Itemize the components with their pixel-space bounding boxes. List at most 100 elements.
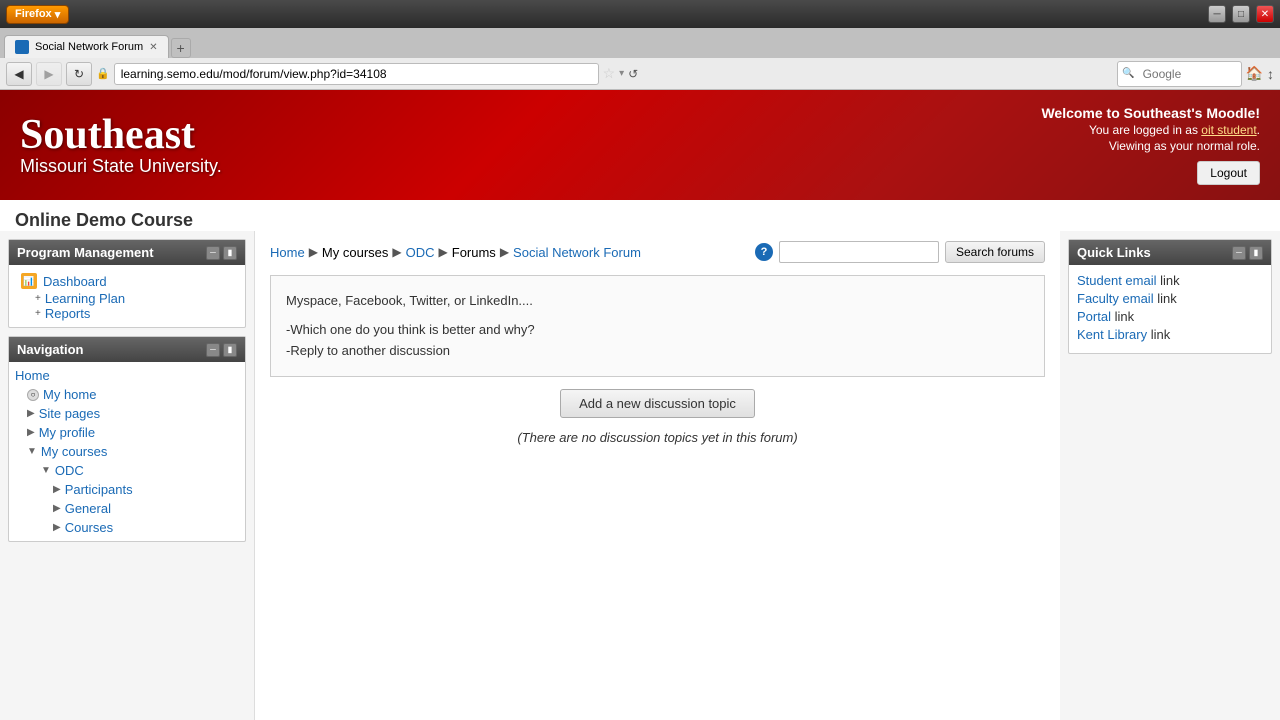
reload-button[interactable]: ↻ [66,62,92,86]
arrow-right-icon-2: ▶ [27,427,35,438]
main-layout: Program Management ─ ▮ 📊 Dashboard + Lea… [0,231,1280,720]
home-icon[interactable]: 🏠 [1246,65,1263,82]
extension-icon[interactable]: ↕ [1267,66,1274,82]
learning-plan-item[interactable]: + Learning Plan [17,291,237,306]
student-email-link[interactable]: Student email [1077,273,1157,288]
tab-favicon [15,40,29,54]
breadcrumb-home[interactable]: Home [270,245,305,260]
breadcrumb-sep-1: ▶ [309,245,318,259]
logout-button[interactable]: Logout [1197,161,1260,185]
program-management-content: 📊 Dashboard + Learning Plan + Reports [9,265,245,327]
participants-link[interactable]: Participants [65,482,133,497]
block-config-icon[interactable]: ▮ [223,246,237,260]
close-button[interactable]: ✕ [1256,5,1274,23]
dashboard-item[interactable]: 📊 Dashboard [17,271,237,291]
ql-config-icon[interactable]: ▮ [1249,246,1263,260]
search-forums-button[interactable]: Search forums [945,241,1045,263]
faculty-email-link[interactable]: Faculty email [1077,291,1154,306]
refresh-icon[interactable]: ↺ [628,67,638,81]
viewing-role: Viewing as your normal role. [1041,139,1260,153]
dashboard-link[interactable]: Dashboard [43,274,107,289]
breadcrumb-current[interactable]: Social Network Forum [513,245,641,260]
my-profile-link[interactable]: My profile [39,425,95,440]
address-bar: ◀ ▶ ↻ 🔒 ☆ ▾ ↺ 🔍 🏠 ↕ [0,58,1280,90]
forum-desc-line2: -Which one do you think is better and wh… [286,320,1029,341]
maximize-button[interactable]: □ [1232,5,1250,23]
browser-titlebar: Firefox ▾ ─ □ ✕ [0,0,1280,28]
arrow-right-icon-3: ▶ [53,484,61,495]
nav-courses[interactable]: ▶ Courses [9,518,245,537]
forum-desc-line1: Myspace, Facebook, Twitter, or LinkedIn.… [286,291,1029,312]
breadcrumb-odc[interactable]: ODC [406,245,435,260]
nav-site-pages[interactable]: ▶ Site pages [9,404,245,423]
nav-participants[interactable]: ▶ Participants [9,480,245,499]
ql-collapse-icon[interactable]: ─ [1232,246,1246,260]
expand-icon: + [35,293,41,304]
bookmark-icon[interactable]: ☆ [603,65,616,82]
search-forums-input[interactable] [779,241,939,263]
courses-link[interactable]: Courses [65,520,113,535]
nav-my-profile[interactable]: ▶ My profile [9,423,245,442]
logged-in-text: You are logged in as oit student. [1041,123,1260,137]
username-link[interactable]: oit student [1201,123,1256,137]
firefox-label: Firefox [15,8,52,20]
url-bar[interactable] [114,63,599,85]
breadcrumb-sep-2: ▶ [392,245,401,259]
nav-home[interactable]: Home [9,366,245,385]
minimize-button[interactable]: ─ [1208,5,1226,23]
forward-button[interactable]: ▶ [36,62,62,86]
student-email-item: Student email link [1077,273,1263,288]
breadcrumb-forums: Forums [452,245,496,260]
portal-link[interactable]: Portal [1077,309,1111,324]
home-link[interactable]: Home [15,368,50,383]
tab-close-icon[interactable]: ✕ [149,42,157,53]
nav-collapse-icon[interactable]: ─ [206,343,220,357]
learning-plan-label[interactable]: Learning Plan [45,291,125,306]
quick-links-content: Student email link Faculty email link Po… [1069,265,1271,353]
site-logo: Southeast Missouri State University. [20,114,222,177]
browser-search-input[interactable] [1137,63,1237,85]
nav-config-icon[interactable]: ▮ [223,343,237,357]
site-header: Southeast Missouri State University. Wel… [0,90,1280,200]
odc-link[interactable]: ODC [55,463,84,478]
circle-icon: ○ [27,389,39,401]
active-tab[interactable]: Social Network Forum ✕ [4,35,169,58]
reports-label[interactable]: Reports [45,306,91,321]
tab-bar: Social Network Forum ✕ + [0,28,1280,58]
program-management-header: Program Management ─ ▮ [9,240,245,265]
quick-links-title: Quick Links [1077,245,1151,260]
search-engine-icon: 🔍 [1122,68,1134,79]
general-link[interactable]: General [65,501,111,516]
course-title: Online Demo Course [0,200,1280,231]
welcome-area: Welcome to Southeast's Moodle! You are l… [1041,105,1260,185]
ql-block-icons: ─ ▮ [1232,246,1263,260]
kent-library-link[interactable]: Kent Library [1077,327,1147,342]
block-collapse-icon[interactable]: ─ [206,246,220,260]
help-icon[interactable]: ? [755,243,773,261]
browser-chrome: Firefox ▾ ─ □ ✕ Social Network Forum ✕ +… [0,0,1280,90]
reports-item[interactable]: + Reports [17,306,237,321]
nav-general[interactable]: ▶ General [9,499,245,518]
nav-my-courses[interactable]: ▼ My courses [9,442,245,461]
down-arrow-icon[interactable]: ▾ [619,68,624,79]
page: Southeast Missouri State University. Wel… [0,90,1280,720]
forum-description: Myspace, Facebook, Twitter, or LinkedIn.… [270,275,1045,377]
welcome-message: Welcome to Southeast's Moodle! [1041,105,1260,121]
nav-odc[interactable]: ▼ ODC [9,461,245,480]
breadcrumb-bar: Home ▶ My courses ▶ ODC ▶ Forums ▶ Socia… [270,241,1045,263]
firefox-button[interactable]: Firefox ▾ [6,5,69,24]
my-courses-link[interactable]: My courses [41,444,107,459]
firefox-arrow: ▾ [55,8,61,21]
dashboard-icon: 📊 [21,273,37,289]
add-discussion-button[interactable]: Add a new discussion topic [560,389,755,418]
navigation-content: Home ○ My home ▶ Site pages ▶ My profile [9,362,245,541]
expand-icon-reports: + [35,308,41,319]
back-button[interactable]: ◀ [6,62,32,86]
navigation-block: Navigation ─ ▮ Home ○ My home ▶ [8,336,246,542]
site-pages-link[interactable]: Site pages [39,406,100,421]
my-home-link[interactable]: My home [43,387,96,402]
nav-my-home[interactable]: ○ My home [9,385,245,404]
breadcrumb-my-courses: My courses [322,245,388,260]
no-topics-message: (There are no discussion topics yet in t… [270,430,1045,445]
new-tab-button[interactable]: + [171,38,191,58]
